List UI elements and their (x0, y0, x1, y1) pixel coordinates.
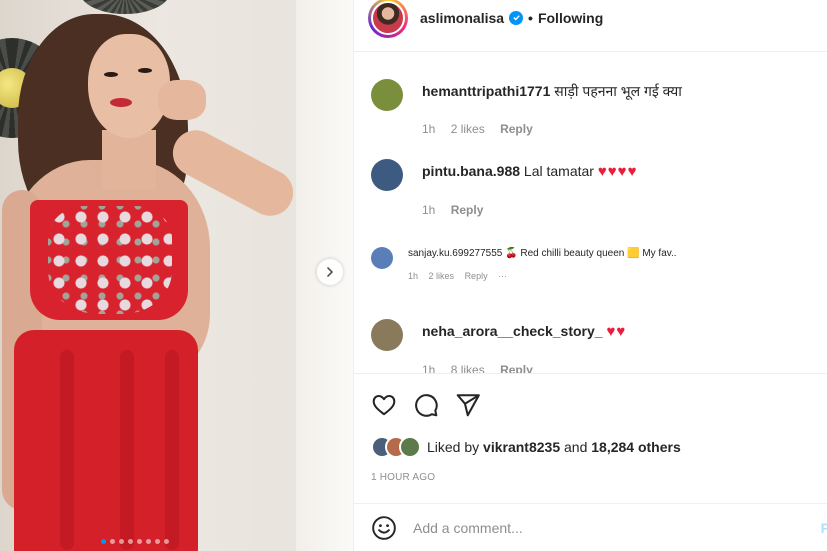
author-avatar[interactable] (368, 0, 408, 38)
carousel-next-button[interactable] (317, 259, 343, 285)
comment-item: neha_arora__check_story_ ♥♥ 1h 8 likes R… (371, 319, 626, 373)
comment-likes[interactable]: 2 likes (429, 271, 455, 281)
liked-by-user[interactable]: vikrant8235 (483, 439, 560, 455)
comment-time: 1h (422, 122, 436, 136)
skirt-fold (120, 350, 134, 550)
post-details-panel: aslimonalisa • Following hemanttripathi1… (353, 0, 827, 551)
comment-time: 1h (422, 203, 436, 217)
commenter-avatar[interactable] (371, 247, 393, 269)
floral-embroidery (48, 206, 172, 314)
sunburst-mirror-decor-top (80, 0, 170, 14)
like-heart-icon[interactable] (371, 392, 397, 418)
comment-meta: 1h 8 likes Reply (422, 363, 626, 373)
liked-by-row[interactable]: Liked by vikrant8235 and 18,284 others (371, 436, 681, 458)
person-neck (102, 130, 156, 190)
comment-meta: 1h 2 likes Reply (422, 122, 682, 136)
header-separator: • (528, 9, 533, 26)
commenter-username[interactable]: sanjay.ku.699277555 (408, 248, 502, 259)
person-eye (104, 72, 118, 77)
carousel-dot (128, 539, 133, 544)
post-comment-button[interactable]: P (821, 520, 827, 536)
add-comment-bar: P (354, 503, 827, 551)
comment-meta: 1h 2 likes Reply ··· (408, 271, 677, 281)
chevron-right-icon (327, 267, 333, 277)
skirt-fold (165, 350, 179, 550)
skirt-fold (60, 350, 74, 550)
comment-time: 1h (408, 271, 419, 281)
commenter-username[interactable]: neha_arora__check_story_ (422, 323, 603, 339)
carousel-dot (164, 539, 169, 544)
commenter-avatar[interactable] (371, 79, 403, 111)
carousel-dot (155, 539, 160, 544)
carousel-dot (146, 539, 151, 544)
commenter-avatar[interactable] (371, 319, 403, 351)
author-username[interactable]: aslimonalisa (420, 10, 504, 26)
carousel-dot (119, 539, 124, 544)
person-eye (138, 68, 152, 73)
commenter-avatar[interactable] (371, 159, 403, 191)
following-button[interactable]: Following (538, 10, 603, 26)
more-options-icon[interactable]: ··· (498, 271, 507, 281)
liked-by-and: and (564, 439, 588, 455)
commenter-username[interactable]: pintu.bana.988 (422, 163, 520, 179)
author-avatar-image (371, 0, 405, 35)
reply-button[interactable]: Reply (451, 203, 484, 217)
post-photo[interactable] (0, 0, 353, 551)
comment-text: साड़ी पहनना भूल गई क्या (554, 83, 682, 99)
commenter-username[interactable]: hemanttripathi1771 (422, 83, 550, 99)
emoji-smiley-icon[interactable] (371, 515, 397, 541)
reply-button[interactable]: Reply (500, 363, 533, 373)
comments-list[interactable]: hemanttripathi1771 साड़ी पहनना भूल गई क्… (354, 53, 827, 373)
comment-text: Lal tamatar (523, 163, 594, 179)
post-header: aslimonalisa • Following (354, 0, 827, 52)
comment-input[interactable] (413, 519, 793, 536)
post-timestamp[interactable]: 1 HOUR AGO (371, 472, 435, 483)
liked-by-others[interactable]: 18,284 others (591, 439, 681, 455)
post-actions: Liked by vikrant8235 and 18,284 others 1… (354, 373, 827, 503)
liked-by-prefix: Liked by (427, 439, 480, 455)
person-face (88, 34, 170, 138)
comment-item: hemanttripathi1771 साड़ी पहनना भूल गई क्… (371, 79, 682, 136)
carousel-indicator (101, 539, 169, 544)
comment-text: 🍒 Red chilli beauty queen 🟨 My fav.. (505, 248, 677, 259)
comment-item: sanjay.ku.699277555 🍒 Red chilli beauty … (371, 247, 677, 281)
person-lips (110, 98, 132, 107)
reply-button[interactable]: Reply (465, 271, 488, 281)
comment-likes[interactable]: 8 likes (451, 363, 485, 373)
verified-badge-icon (509, 10, 524, 25)
liker-avatar (399, 436, 421, 458)
carousel-dot (101, 539, 106, 544)
share-send-icon[interactable] (455, 392, 481, 418)
comment-item: pintu.bana.988 Lal tamatar ♥♥♥♥ 1h Reply (371, 159, 637, 217)
carousel-dot (110, 539, 115, 544)
comment-time: 1h (422, 363, 436, 373)
comment-likes[interactable]: 2 likes (451, 122, 485, 136)
comment-meta: 1h Reply (422, 203, 637, 217)
heart-emoji-icon: ♥♥ (606, 323, 627, 340)
comment-bubble-icon[interactable] (413, 392, 439, 418)
reply-button[interactable]: Reply (500, 122, 533, 136)
carousel-dot (137, 539, 142, 544)
person-hand (158, 80, 206, 120)
heart-emoji-icon: ♥♥♥♥ (597, 163, 638, 180)
